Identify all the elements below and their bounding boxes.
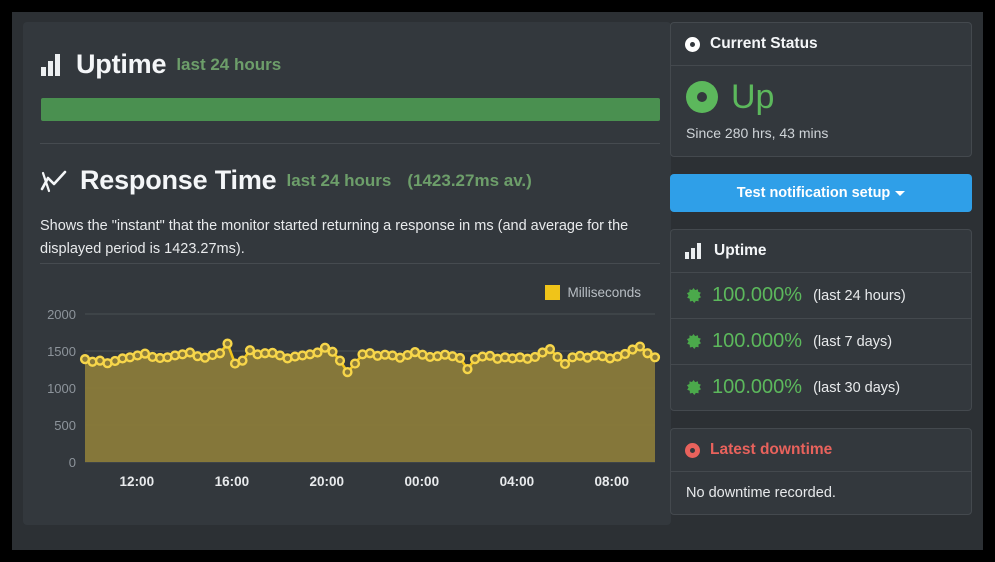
svg-text:0: 0 [69,455,76,470]
uptime-percent: 100.000% [712,330,803,352]
response-time-average: (1423.27ms av.) [407,170,532,190]
svg-text:16:00: 16:00 [215,474,250,489]
current-status-header: Current Status [671,23,971,66]
response-time-title: Response Time [80,165,277,195]
monitor-sidebar: Current Status Up Since 280 hrs, 43 mins… [670,22,972,532]
chart-legend[interactable]: Milliseconds [545,285,641,300]
svg-text:12:00: 12:00 [120,474,155,489]
uptime-subtitle: last 24 hours [176,54,282,74]
svg-text:2000: 2000 [47,307,76,322]
uptime-row[interactable]: 100.000% (last 7 days) [671,319,971,365]
status-dot-icon [686,81,718,113]
response-time-description: Shows the "instant" that the monitor sta… [40,218,629,257]
latest-downtime-header-label: Latest downtime [710,441,833,458]
burst-icon [686,380,701,395]
line-chart-icon [40,169,68,193]
legend-swatch-icon [545,285,561,300]
svg-text:500: 500 [54,418,76,433]
record-dot-icon [685,36,700,52]
current-status-value: Up [731,78,775,116]
latest-downtime-card: Latest downtime No downtime recorded. [670,428,972,515]
record-dot-icon [685,442,700,458]
uptime-period: (last 24 hours) [813,287,906,304]
divider-top [40,143,660,144]
test-notification-setup-button[interactable]: Test notification setup [670,174,972,212]
svg-text:00:00: 00:00 [405,474,440,489]
uptime-period: (last 30 days) [813,379,901,396]
svg-text:20:00: 20:00 [310,474,345,489]
current-status-header-label: Current Status [710,35,818,52]
legend-label: Milliseconds [567,285,641,300]
uptime-card-header: Uptime [671,230,971,273]
chart-canvas: 0 500 1000 1500 2000 12:00 16:00 20:00 00:00 04:0… [47,307,661,489]
latest-downtime-message: No downtime recorded. [686,485,836,501]
uptime-title: Uptime [76,49,167,79]
burst-icon [686,288,701,303]
latest-downtime-header: Latest downtime [671,429,971,472]
current-status-body: Up Since 280 hrs, 43 mins [671,66,971,156]
uptime-percent: 100.000% [712,376,803,398]
current-status-row: Up [686,80,956,114]
response-time-chart[interactable]: 0 500 1000 1500 2000 12:00 16:00 20:00 00:00 04:0… [33,272,663,497]
svg-text:08:00: 08:00 [595,474,630,489]
uptime-period: (last 7 days) [813,333,893,350]
uptime-row[interactable]: 100.000% (last 24 hours) [671,273,971,319]
uptime-status-bar[interactable] [41,98,660,121]
bar-chart-icon [40,53,64,76]
current-status-since: Since 280 hrs, 43 mins [686,125,829,141]
monitor-main-panel: Uptime last 24 hours Response Time last … [23,22,671,525]
divider-mid [40,263,660,264]
uptime-row[interactable]: 100.000% (last 30 days) [671,365,971,410]
dashboard-page: Uptime last 24 hours Response Time last … [12,12,983,550]
uptime-card: Uptime 100.000% (last 24 hours) 100.000%… [670,229,972,411]
uptime-card-header-label: Uptime [714,242,767,259]
uptime-section-header: Uptime last 24 hours [23,49,281,80]
svg-text:1500: 1500 [47,344,76,359]
svg-text:1000: 1000 [47,381,76,396]
response-time-subtitle: last 24 hours [286,170,392,190]
burst-icon [686,334,701,349]
svg-text:04:00: 04:00 [500,474,535,489]
bar-chart-icon [685,243,704,259]
test-notification-setup-label: Test notification setup [736,185,891,201]
response-time-section-header: Response Time last 24 hours (1423.27ms a… [23,165,532,196]
uptime-percent: 100.000% [712,284,803,306]
current-status-card: Current Status Up Since 280 hrs, 43 mins [670,22,972,157]
caret-down-icon [895,190,906,196]
